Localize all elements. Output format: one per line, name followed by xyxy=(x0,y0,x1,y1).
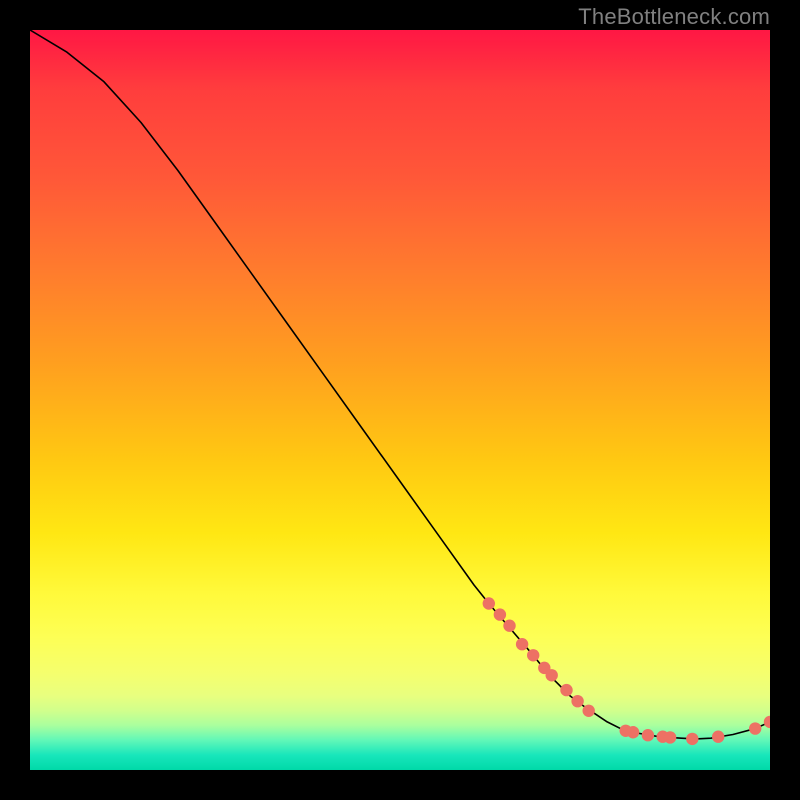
data-marker xyxy=(516,638,528,650)
bottleneck-curve xyxy=(30,30,770,739)
data-marker xyxy=(546,669,558,681)
data-marker xyxy=(627,726,639,738)
chart-container: TheBottleneck.com xyxy=(0,0,800,800)
data-marker xyxy=(483,597,495,609)
data-marker xyxy=(503,620,515,632)
watermark-text: TheBottleneck.com xyxy=(578,4,770,30)
data-marker xyxy=(749,722,761,734)
data-marker xyxy=(686,733,698,745)
data-markers xyxy=(483,597,770,745)
data-marker xyxy=(560,684,572,696)
data-marker xyxy=(664,731,676,743)
data-marker xyxy=(494,608,506,620)
data-marker xyxy=(527,649,539,661)
data-marker xyxy=(642,729,654,741)
data-marker xyxy=(712,731,724,743)
data-marker xyxy=(571,695,583,707)
data-marker xyxy=(583,705,595,717)
curve-svg xyxy=(30,30,770,770)
data-marker xyxy=(764,716,770,728)
plot-area xyxy=(30,30,770,770)
